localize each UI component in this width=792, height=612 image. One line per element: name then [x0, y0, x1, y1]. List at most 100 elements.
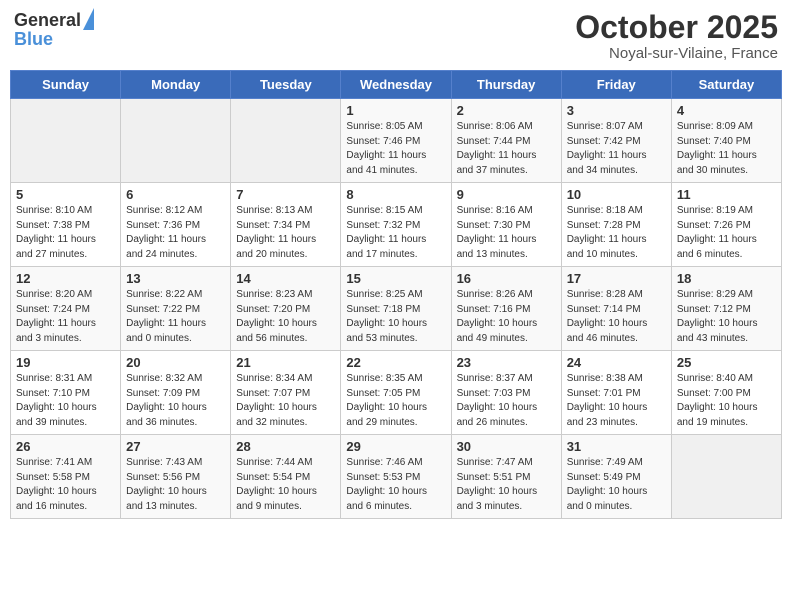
page-header: General Blue October 2025 Noyal-sur-Vila…: [10, 10, 782, 62]
day-number: 18: [677, 271, 776, 286]
day-info: Sunrise: 8:31 AM Sunset: 7:10 PM Dayligh…: [16, 372, 115, 430]
day-info: Sunrise: 8:34 AM Sunset: 7:07 PM Dayligh…: [236, 372, 335, 430]
day-info: Sunrise: 8:19 AM Sunset: 7:26 PM Dayligh…: [677, 204, 776, 262]
day-number: 23: [457, 355, 556, 370]
calendar-cell: 15 Sunrise: 8:25 AM Sunset: 7:18 PM Dayli…: [341, 267, 451, 351]
day-info: Sunrise: 8:29 AM Sunset: 7:12 PM Dayligh…: [677, 288, 776, 346]
day-info: Sunrise: 8:38 AM Sunset: 7:01 PM Dayligh…: [567, 372, 666, 430]
day-number: 7: [236, 187, 335, 202]
day-header-tuesday: Tuesday: [231, 71, 341, 99]
day-info: Sunrise: 8:23 AM Sunset: 7:20 PM Dayligh…: [236, 288, 335, 346]
calendar-week-2: 5 Sunrise: 8:10 AM Sunset: 7:38 PM Daylig…: [11, 183, 782, 267]
calendar-cell: 26Sunrise: 7:41 AM Sunset: 5:58 PM Dayli…: [11, 435, 121, 519]
day-number: 11: [677, 187, 776, 202]
calendar-cell: 3 Sunrise: 8:07 AM Sunset: 7:42 PM Daylig…: [561, 99, 671, 183]
calendar-cell: 25 Sunrise: 8:40 AM Sunset: 7:00 PM Dayli…: [671, 351, 781, 435]
calendar-cell: 17Sunrise: 8:28 AM Sunset: 7:14 PM Dayli…: [561, 267, 671, 351]
day-number: 13: [126, 271, 225, 286]
calendar-cell: 16 Sunrise: 8:26 AM Sunset: 7:16 PM Dayli…: [451, 267, 561, 351]
day-info: Sunrise: 7:44 AM Sunset: 5:54 PM Dayligh…: [236, 456, 335, 514]
calendar-cell: 5 Sunrise: 8:10 AM Sunset: 7:38 PM Daylig…: [11, 183, 121, 267]
calendar-cell: 4 Sunrise: 8:09 AM Sunset: 7:40 PM Daylig…: [671, 99, 781, 183]
day-number: 15: [346, 271, 445, 286]
calendar-cell: 31 Sunrise: 7:49 AM Sunset: 5:49 PM Dayli…: [561, 435, 671, 519]
day-info: Sunrise: 7:49 AM Sunset: 5:49 PM Dayligh…: [567, 456, 666, 514]
day-info: Sunrise: 8:40 AM Sunset: 7:00 PM Dayligh…: [677, 372, 776, 430]
day-number: 2: [457, 103, 556, 118]
calendar-week-5: 26Sunrise: 7:41 AM Sunset: 5:58 PM Dayli…: [11, 435, 782, 519]
day-info: Sunrise: 8:37 AM Sunset: 7:03 PM Dayligh…: [457, 372, 556, 430]
calendar-cell: 13Sunrise: 8:22 AM Sunset: 7:22 PM Dayli…: [121, 267, 231, 351]
day-info: Sunrise: 8:32 AM Sunset: 7:09 PM Dayligh…: [126, 372, 225, 430]
day-number: 1: [346, 103, 445, 118]
calendar-cell: 22Sunrise: 8:35 AM Sunset: 7:05 PM Dayli…: [341, 351, 451, 435]
day-number: 19: [16, 355, 115, 370]
calendar-cell: [11, 99, 121, 183]
calendar-header-row: SundayMondayTuesdayWednesdayThursdayFrid…: [11, 71, 782, 99]
calendar-cell: 18 Sunrise: 8:29 AM Sunset: 7:12 PM Dayli…: [671, 267, 781, 351]
day-info: Sunrise: 8:28 AM Sunset: 7:14 PM Dayligh…: [567, 288, 666, 346]
logo-general: General: [14, 11, 81, 29]
calendar-week-3: 12Sunrise: 8:20 AM Sunset: 7:24 PM Dayli…: [11, 267, 782, 351]
day-header-monday: Monday: [121, 71, 231, 99]
day-info: Sunrise: 8:26 AM Sunset: 7:16 PM Dayligh…: [457, 288, 556, 346]
calendar-cell: 27 Sunrise: 7:43 AM Sunset: 5:56 PM Dayli…: [121, 435, 231, 519]
day-number: 27: [126, 439, 225, 454]
calendar-cell: 29 Sunrise: 7:46 AM Sunset: 5:53 PM Dayli…: [341, 435, 451, 519]
day-number: 10: [567, 187, 666, 202]
calendar-cell: [671, 435, 781, 519]
calendar-cell: 19 Sunrise: 8:31 AM Sunset: 7:10 PM Dayli…: [11, 351, 121, 435]
day-number: 25: [677, 355, 776, 370]
month-title: October 2025: [575, 10, 778, 45]
day-number: 28: [236, 439, 335, 454]
calendar-cell: 23 Sunrise: 8:37 AM Sunset: 7:03 PM Dayli…: [451, 351, 561, 435]
day-number: 22: [346, 355, 445, 370]
calendar-cell: 6Sunrise: 8:12 AM Sunset: 7:36 PM Daylig…: [121, 183, 231, 267]
logo-blue: Blue: [14, 30, 94, 48]
calendar-cell: 28 Sunrise: 7:44 AM Sunset: 5:54 PM Dayli…: [231, 435, 341, 519]
calendar-week-1: 1 Sunrise: 8:05 AM Sunset: 7:46 PM Daylig…: [11, 99, 782, 183]
day-number: 12: [16, 271, 115, 286]
day-number: 4: [677, 103, 776, 118]
day-info: Sunrise: 8:06 AM Sunset: 7:44 PM Dayligh…: [457, 120, 556, 178]
day-number: 16: [457, 271, 556, 286]
logo: General Blue: [14, 10, 94, 48]
day-info: Sunrise: 7:41 AM Sunset: 5:58 PM Dayligh…: [16, 456, 115, 514]
calendar-cell: 24Sunrise: 8:38 AM Sunset: 7:01 PM Dayli…: [561, 351, 671, 435]
day-info: Sunrise: 8:18 AM Sunset: 7:28 PM Dayligh…: [567, 204, 666, 262]
day-info: Sunrise: 7:43 AM Sunset: 5:56 PM Dayligh…: [126, 456, 225, 514]
calendar-cell: 30Sunrise: 7:47 AM Sunset: 5:51 PM Dayli…: [451, 435, 561, 519]
day-info: Sunrise: 8:05 AM Sunset: 7:46 PM Dayligh…: [346, 120, 445, 178]
day-info: Sunrise: 8:07 AM Sunset: 7:42 PM Dayligh…: [567, 120, 666, 178]
day-info: Sunrise: 8:25 AM Sunset: 7:18 PM Dayligh…: [346, 288, 445, 346]
day-number: 21: [236, 355, 335, 370]
day-header-thursday: Thursday: [451, 71, 561, 99]
calendar-cell: 12Sunrise: 8:20 AM Sunset: 7:24 PM Dayli…: [11, 267, 121, 351]
day-header-sunday: Sunday: [11, 71, 121, 99]
calendar-cell: 21 Sunrise: 8:34 AM Sunset: 7:07 PM Dayli…: [231, 351, 341, 435]
day-number: 14: [236, 271, 335, 286]
calendar-week-4: 19 Sunrise: 8:31 AM Sunset: 7:10 PM Dayli…: [11, 351, 782, 435]
day-info: Sunrise: 8:09 AM Sunset: 7:40 PM Dayligh…: [677, 120, 776, 178]
calendar-cell: 11 Sunrise: 8:19 AM Sunset: 7:26 PM Dayli…: [671, 183, 781, 267]
calendar-cell: 7 Sunrise: 8:13 AM Sunset: 7:34 PM Daylig…: [231, 183, 341, 267]
calendar-cell: 1 Sunrise: 8:05 AM Sunset: 7:46 PM Daylig…: [341, 99, 451, 183]
calendar-table: SundayMondayTuesdayWednesdayThursdayFrid…: [10, 70, 782, 519]
calendar-cell: 9Sunrise: 8:16 AM Sunset: 7:30 PM Daylig…: [451, 183, 561, 267]
day-header-wednesday: Wednesday: [341, 71, 451, 99]
day-info: Sunrise: 8:16 AM Sunset: 7:30 PM Dayligh…: [457, 204, 556, 262]
day-info: Sunrise: 7:46 AM Sunset: 5:53 PM Dayligh…: [346, 456, 445, 514]
logo-icon: [83, 8, 94, 30]
day-header-saturday: Saturday: [671, 71, 781, 99]
day-header-friday: Friday: [561, 71, 671, 99]
day-number: 5: [16, 187, 115, 202]
day-number: 31: [567, 439, 666, 454]
title-block: October 2025 Noyal-sur-Vilaine, France: [575, 10, 778, 62]
day-info: Sunrise: 8:10 AM Sunset: 7:38 PM Dayligh…: [16, 204, 115, 262]
day-number: 30: [457, 439, 556, 454]
day-number: 3: [567, 103, 666, 118]
day-number: 29: [346, 439, 445, 454]
calendar-cell: 14 Sunrise: 8:23 AM Sunset: 7:20 PM Dayli…: [231, 267, 341, 351]
day-info: Sunrise: 8:13 AM Sunset: 7:34 PM Dayligh…: [236, 204, 335, 262]
day-info: Sunrise: 8:15 AM Sunset: 7:32 PM Dayligh…: [346, 204, 445, 262]
